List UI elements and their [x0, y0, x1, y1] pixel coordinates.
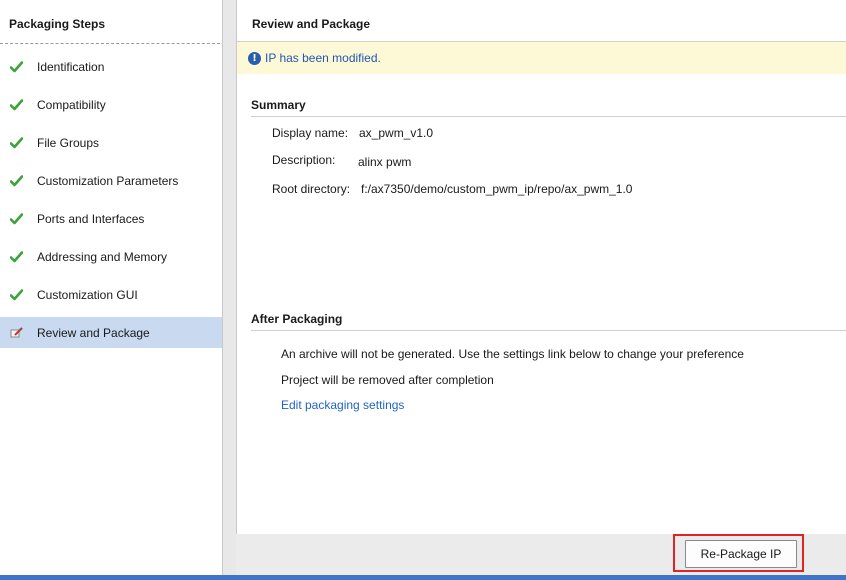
check-icon	[10, 289, 37, 301]
step-label: File Groups	[37, 136, 100, 150]
step-label: Compatibility	[37, 98, 106, 112]
check-icon	[10, 137, 37, 149]
root-directory-label: Root directory:	[272, 182, 351, 196]
summary-display-name: Display name: ax_pwm_v1.0	[272, 126, 433, 140]
summary-heading: Summary	[251, 98, 846, 117]
check-icon	[10, 175, 37, 187]
info-icon: !	[248, 51, 261, 65]
review-and-package-panel: Review and Package ! IP has been modifie…	[236, 0, 846, 534]
re-package-ip-button[interactable]: Re-Package IP	[685, 540, 797, 568]
step-review-and-package[interactable]: Review and Package	[0, 317, 222, 348]
after-packaging-heading: After Packaging	[251, 312, 846, 331]
step-ports-and-interfaces[interactable]: Ports and Interfaces	[0, 200, 222, 238]
step-file-groups[interactable]: File Groups	[0, 124, 222, 162]
panel-splitter[interactable]	[223, 0, 236, 575]
display-name-label: Display name:	[272, 126, 349, 140]
check-icon	[10, 61, 37, 73]
modified-banner: ! IP has been modified.	[237, 42, 846, 74]
packaging-steps-panel: Packaging Steps Identification Compatibi…	[0, 0, 223, 575]
step-customization-parameters[interactable]: Customization Parameters	[0, 162, 222, 200]
check-icon	[10, 99, 37, 111]
packaging-steps-title: Packaging Steps	[0, 0, 220, 44]
status-strip	[0, 575, 846, 580]
step-compatibility[interactable]: Compatibility	[0, 86, 222, 124]
summary-description: Description: alinx pwm	[272, 153, 412, 169]
step-label: Addressing and Memory	[37, 250, 168, 264]
display-name-value: ax_pwm_v1.0	[359, 126, 434, 140]
step-label: Customization GUI	[37, 288, 138, 302]
step-identification[interactable]: Identification	[0, 48, 222, 86]
page-title: Review and Package	[237, 0, 846, 42]
step-customization-gui[interactable]: Customization GUI	[0, 276, 222, 314]
edit-icon	[10, 326, 37, 339]
step-label: Identification	[37, 60, 105, 74]
check-icon	[10, 251, 37, 263]
description-label: Description:	[272, 153, 336, 167]
root-directory-value: f:/ax7350/demo/custom_pwm_ip/repo/ax_pwm…	[361, 182, 633, 196]
step-label: Customization Parameters	[37, 174, 179, 188]
banner-text: IP has been modified.	[265, 51, 381, 65]
step-label: Review and Package	[37, 325, 150, 340]
edit-packaging-settings-link[interactable]: Edit packaging settings	[281, 398, 404, 412]
project-removal-note: Project will be removed after completion	[281, 373, 494, 387]
check-icon	[10, 213, 37, 225]
steps-list: Identification Compatibility File Groups…	[0, 44, 222, 348]
step-label: Ports and Interfaces	[37, 212, 145, 226]
description-value: alinx pwm	[358, 155, 412, 169]
summary-root-directory: Root directory: f:/ax7350/demo/custom_pwm…	[272, 182, 632, 196]
archive-note: An archive will not be generated. Use th…	[281, 347, 744, 361]
step-addressing-and-memory[interactable]: Addressing and Memory	[0, 238, 222, 276]
